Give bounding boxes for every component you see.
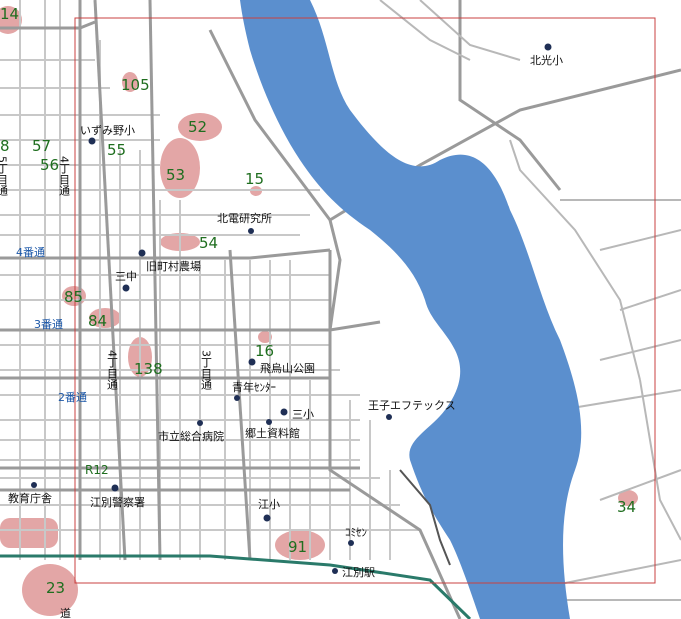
place-label: 北光小 [530, 53, 563, 67]
area-number: 15 [245, 170, 264, 188]
place-label: 三中 [115, 270, 137, 283]
place-label: 旧町村農場 [146, 259, 201, 273]
area-number: 54 [199, 234, 218, 252]
place-label: 飛烏山公園 [260, 361, 315, 375]
area-number: 23 [46, 579, 65, 597]
place-label: 青年ｾﾝﾀｰ [232, 380, 276, 394]
area-number: 84 [88, 312, 107, 330]
place-label: 王子エフテックス [368, 399, 456, 412]
area-number: 53 [166, 166, 185, 184]
area-number: 16 [255, 342, 274, 360]
vertical-street-label: 4丁目通 [106, 350, 119, 390]
area-number: 85 [64, 288, 83, 306]
route-label: R12 [85, 463, 109, 477]
vertical-street-label: 5丁目通 [0, 156, 9, 196]
vertical-street-label: 4丁目通 [58, 156, 71, 196]
place-label: 江別警察署 [90, 495, 145, 509]
place-label: 江別駅 [342, 566, 375, 579]
place-label: 江小 [258, 498, 280, 511]
area-number: 138 [134, 360, 163, 378]
street-label: 2番通 [58, 391, 87, 404]
area-number: 105 [121, 76, 150, 94]
place-label: 教育庁舎 [8, 491, 52, 505]
place-label: ｺﾐｾﾝ [345, 526, 367, 539]
area-number: 56 [40, 156, 59, 174]
corner-glyph: 道 [60, 606, 71, 619]
area-number: 52 [188, 118, 207, 136]
place-label: いずみ野小 [80, 124, 135, 137]
area-number: 57 [32, 137, 51, 155]
place-label: 北電研究所 [217, 211, 272, 225]
street-label: 4番通 [16, 246, 45, 259]
place-label: 市立総合病院 [158, 429, 224, 443]
place-label: 三小 [292, 408, 314, 421]
street-label: 3番通 [34, 318, 63, 331]
vertical-street-label: 3丁目通 [200, 350, 213, 390]
place-label: 郷土資料館 [245, 426, 300, 440]
area-number: 8 [0, 137, 10, 155]
area-number: 91 [288, 538, 307, 556]
area-number: 14 [0, 5, 19, 23]
area-number: 34 [617, 498, 636, 516]
city-map[interactable]: 14 105 52 8 57 55 56 53 15 54 85 84 16 1… [0, 0, 681, 619]
area-number: 55 [107, 141, 126, 159]
